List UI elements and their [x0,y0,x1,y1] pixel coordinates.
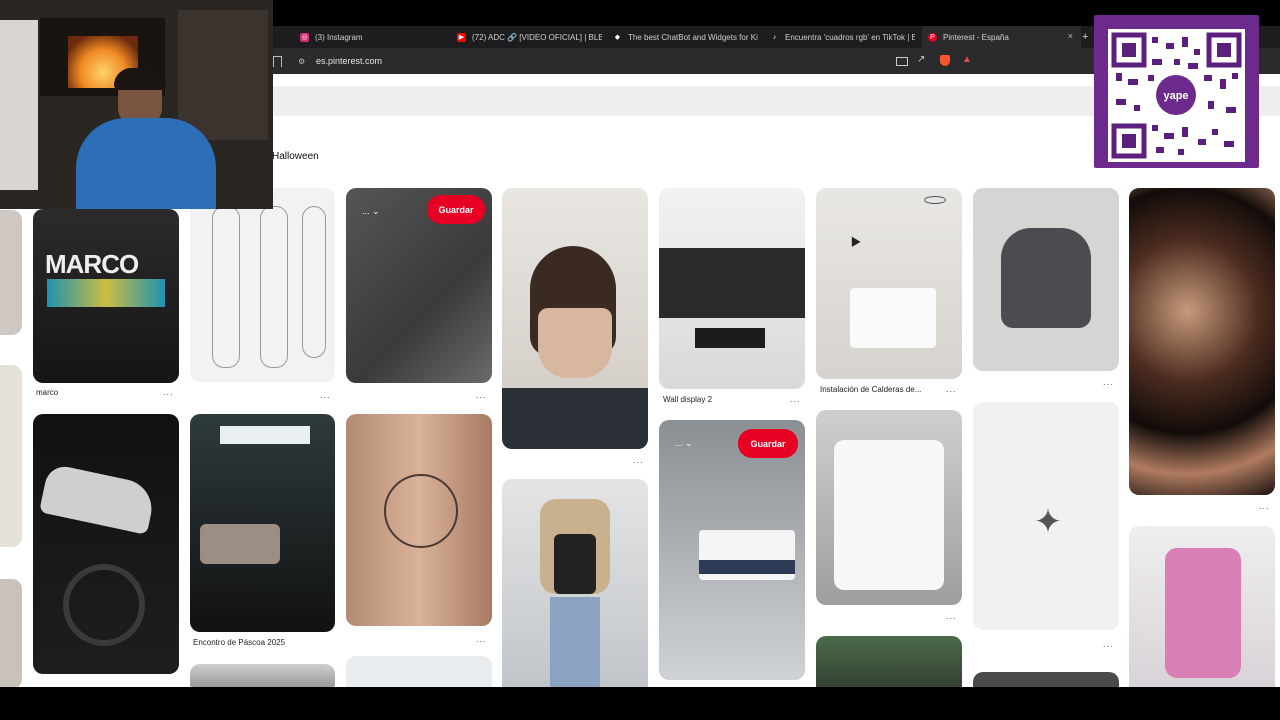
cast-icon[interactable] [896,57,908,66]
pin-more-icon[interactable]: ... [790,394,801,404]
save-pin-button[interactable]: Guardar [738,429,798,458]
pin-white-tshirt[interactable] [816,410,962,605]
tab-pinterest[interactable]: P Pinterest - España × [922,26,1081,48]
youtube-icon: ▶ [457,32,466,42]
pin-card[interactable] [973,672,1119,687]
yape-logo: yape [1163,90,1188,102]
save-pin-button[interactable]: Guardar [427,195,485,224]
sun-tattoo-graphic [384,474,458,548]
sketch-graphic [212,206,240,368]
people-graphic [200,524,280,564]
bed-runner-graphic [699,560,795,574]
pin-caption: marco [36,388,59,397]
clothes-graphic [0,20,38,190]
pin-fade-haircut[interactable] [502,188,648,449]
close-tab-icon[interactable]: × [1068,31,1073,41]
url-field[interactable]: es.pinterest.com [316,56,382,66]
jeans-graphic [550,597,600,687]
tab-label: The best ChatBot and Widgets for Ki [628,32,758,42]
instagram-icon: ◎ [300,32,309,42]
hoodie-graphic [1001,228,1091,328]
tshirt-graphic [834,440,944,590]
bookmark-icon[interactable] [273,56,282,67]
ceiling-light-graphic [924,196,946,204]
pin-card[interactable] [816,636,962,687]
pin-grey-hoodie[interactable] [973,188,1119,371]
pin-more-icon[interactable]: ... [946,384,957,394]
pin-more-icon[interactable]: ... [163,387,174,397]
phone-graphic [1165,548,1241,678]
hair-graphic [114,68,166,90]
pin-butterfly-tattoo[interactable]: ✦ [973,402,1119,630]
tab-tiktok[interactable]: ♪ Encuentra 'cuadros rgb' en TikTok | E [770,26,915,48]
pin-card[interactable] [190,664,335,687]
blue-hoodie-graphic [76,118,216,209]
pin-caption: Wall display 2 [663,395,713,404]
board-title[interactable]: Halloween [272,151,319,162]
pin-more-icon[interactable]: ... [476,390,487,400]
qr-code: yape [1108,29,1245,162]
pin-card[interactable] [0,210,22,335]
vest-graphic [554,534,596,594]
tshirt-print-graphic: MARCO [45,249,139,279]
tab-instagram[interactable]: ◎ (3) Instagram [300,26,450,48]
tshirt-print-graphic [47,279,165,307]
share-icon[interactable]: ↗ [917,54,925,65]
sketch-graphic [260,206,288,368]
shelves-graphic [178,10,268,140]
tiktok-icon: ♪ [772,33,777,41]
cape-graphic [502,388,648,449]
pin-pink-phone[interactable] [1129,526,1275,687]
pin-more-icon[interactable]: ... [1259,501,1270,511]
site-settings-icon[interactable]: ⚙ [298,57,305,66]
pin-caption: Encontro de Páscoa 2025 [193,638,286,647]
pin-minimal-bedroom[interactable] [816,188,962,379]
motorcycle-wheel-graphic [63,564,145,646]
pin-more-icon[interactable]: ... [946,611,957,621]
motorcycle-body-graphic [39,463,157,535]
pin-card[interactable] [346,656,492,687]
pin-more-icon[interactable]: ... [1103,377,1114,387]
ceiling-light-graphic [220,426,310,444]
pin-options-icon[interactable]: ... ⌄ [675,438,693,449]
pin-store-interior[interactable] [659,188,805,389]
tab-label: Encuentra 'cuadros rgb' en TikTok | E [785,32,915,42]
brave-rewards-icon[interactable]: ▲ [962,54,972,65]
tab-youtube[interactable]: ▶ (72) ADC 🔗 [VIDEO OFICIAL] | BLES [457,26,602,48]
webcam-overlay [0,0,273,209]
pin-abstract-chrome[interactable] [1129,188,1275,495]
pinterest-icon: P [928,32,937,42]
pin-more-icon[interactable]: ... [476,634,487,644]
pin-hotel-bedroom[interactable]: ... ⌄ Guardar [659,420,805,680]
tab-label: (3) Instagram [315,32,363,42]
pin-tattoo-sketches[interactable] [190,188,335,382]
sketch-graphic [302,206,326,358]
neck-graphic [538,308,612,378]
pin-event-hall[interactable] [190,414,335,632]
pin-options-icon[interactable]: ... ⌄ [362,206,380,217]
diamond-icon: ◆ [614,34,621,41]
pin-wrist-tattoo[interactable] [346,414,492,626]
yape-qr-overlay: yape [1094,15,1259,168]
tab-label: Pinterest - España [943,32,1009,42]
pin-caption: Instalación de Calderas de... [820,385,922,394]
screen-bottom-border [0,687,1280,720]
table-graphic [695,328,765,348]
butterfly-icon: ✦ [1033,503,1063,541]
pin-more-icon[interactable]: ... [1103,639,1114,649]
pin-card[interactable] [0,579,22,687]
brave-shield-icon[interactable] [940,55,950,66]
pin-more-icon[interactable]: ... [320,390,331,400]
tab-label: (72) ADC 🔗 [VIDEO OFICIAL] | BLES [472,32,602,42]
pin-card[interactable] [0,365,22,547]
pin-marco-tshirt[interactable]: MARCO [33,209,179,383]
tab-chatbot[interactable]: ◆ The best ChatBot and Widgets for Ki [613,26,758,48]
pin-motorcycle[interactable] [33,414,179,674]
pin-person-tote[interactable] [502,479,648,687]
pin-dark-room[interactable]: ... ⌄ Guardar [346,188,492,383]
clothes-rack-graphic [659,248,805,318]
qr-pattern-graphic: yape [1111,32,1242,159]
pin-more-icon[interactable]: ... [633,455,644,465]
bed-graphic [850,288,936,348]
